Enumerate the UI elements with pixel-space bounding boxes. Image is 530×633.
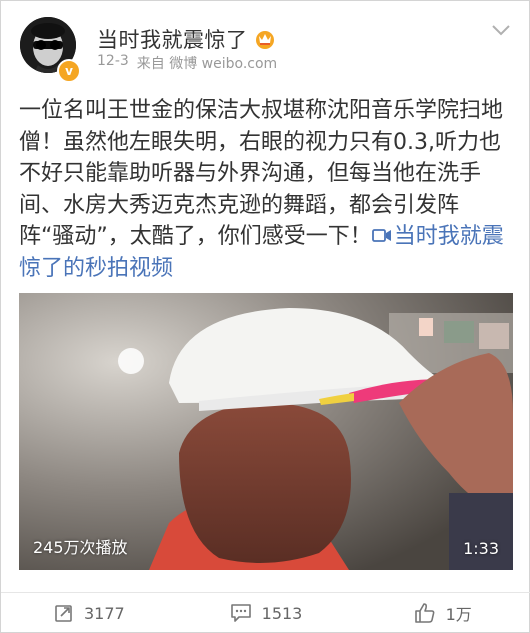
source-prefix: 来自 (136, 56, 165, 72)
post-meta: 12-3 来自 微博 weibo.com (97, 53, 277, 73)
repost-count: 3177 (83, 603, 125, 623)
post-body: 一位名叫王世金的保洁大叔堪称沈阳音乐学院扫地僧！虽然他左眼失明，右眼的视力只有0… (19, 95, 514, 284)
video-duration: 1:33 (463, 539, 499, 558)
action-bar: 3177 1513 1万 (1, 593, 530, 633)
play-count: 245万次播放 (33, 538, 128, 557)
video-link-icon (371, 229, 391, 242)
post-source-label: 来自 微博 weibo.com (137, 53, 277, 73)
thumbs-up-icon (414, 603, 434, 623)
like-button[interactable]: 1万 (354, 593, 530, 633)
like-count: 1万 (445, 605, 472, 624)
author-row: 当时我就震惊了 (97, 25, 276, 53)
vip-crown-icon (255, 31, 274, 49)
source-name: 微博 weibo.com (169, 56, 278, 72)
chevron-down-icon[interactable] (491, 23, 511, 37)
repost-button[interactable]: 3177 (1, 593, 178, 633)
comment-count: 1513 (261, 603, 303, 623)
repost-icon (55, 605, 72, 622)
comment-icon (230, 604, 251, 622)
weibo-post-card: v 当时我就震惊了 12-3 来自 微博 weibo.com 一位名叫王世金的保… (0, 0, 530, 633)
author-name[interactable]: 当时我就震惊了 (97, 24, 248, 54)
video-thumbnail (19, 293, 513, 570)
post-time: 12-3 (97, 53, 129, 69)
verified-badge-icon: v (57, 59, 81, 83)
comment-button[interactable]: 1513 (178, 593, 355, 633)
video-player[interactable]: 245万次播放 1:33 (19, 293, 513, 570)
